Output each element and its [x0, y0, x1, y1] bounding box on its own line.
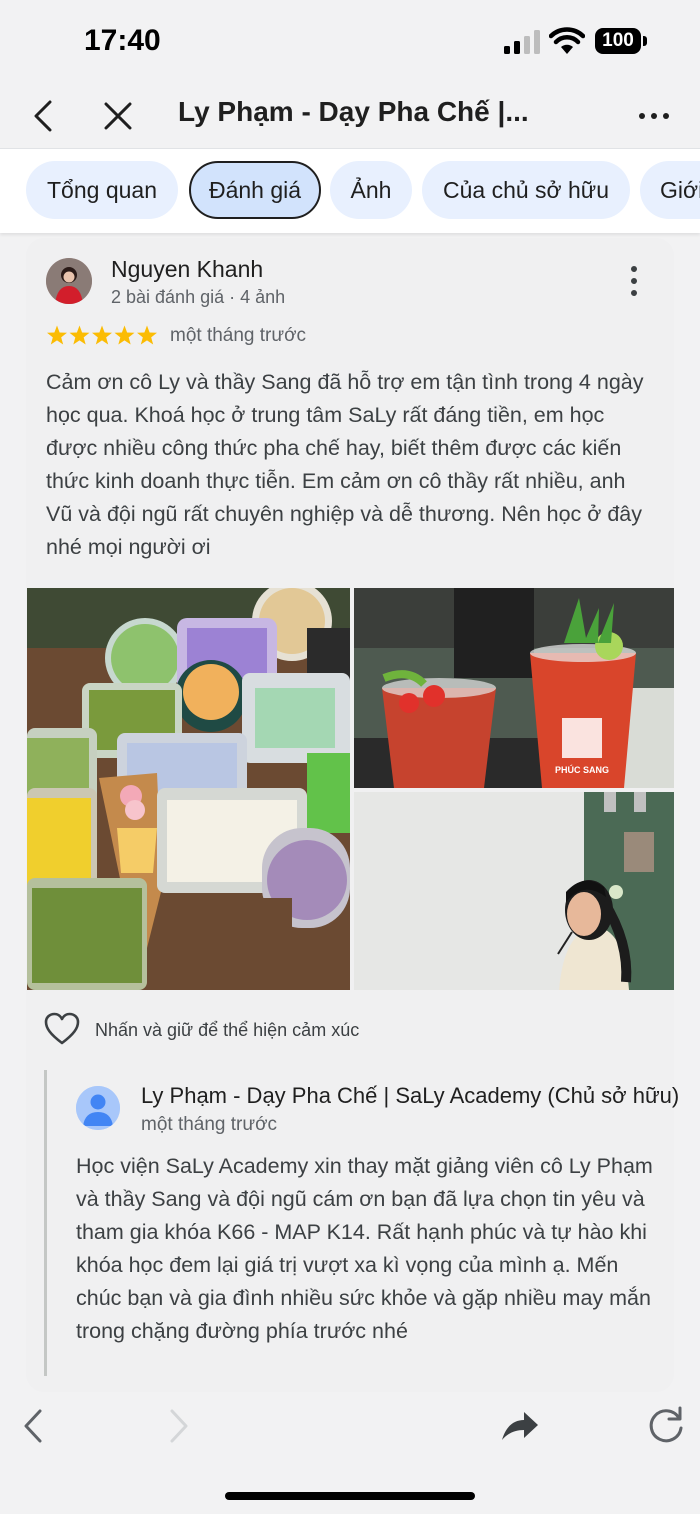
owner-name: Ly Phạm - Dạy Pha Chế | SaLy Academy (Ch…	[141, 1083, 680, 1108]
back-arrow-icon[interactable]	[22, 94, 66, 138]
close-icon[interactable]	[96, 94, 140, 138]
cup-logo-text: PHÚC SANG	[555, 764, 609, 775]
tab-bar: Tổng quan Đánh giá Ảnh Của chủ sở hữu Gi…	[0, 148, 700, 233]
tab-by-owner[interactable]: Của chủ sở hữu	[422, 161, 630, 219]
star-rating	[47, 325, 157, 345]
reload-icon[interactable]	[644, 1404, 688, 1448]
review-photo-drinks[interactable]: PHÚC SANG	[354, 588, 674, 788]
reviewer-meta: 2 bài đánh giá · 4 ảnh	[111, 287, 286, 307]
reviewer-avatar[interactable]	[46, 258, 92, 304]
battery-level: 100	[595, 28, 641, 54]
share-icon[interactable]	[498, 1404, 542, 1448]
review-photo-instructor[interactable]	[354, 792, 674, 990]
heart-icon[interactable]	[44, 1012, 80, 1046]
star-icon	[114, 325, 135, 345]
owner-reply-text: Học viện SaLy Academy xin thay mặt giảng…	[76, 1154, 653, 1343]
react-hint[interactable]: Nhấn và giữ để thể hiện cảm xúc	[95, 1020, 359, 1041]
tab-about[interactable]: Giới	[640, 161, 700, 219]
review-menu-icon[interactable]	[620, 264, 648, 298]
more-options-icon[interactable]	[632, 94, 676, 138]
owner-avatar	[76, 1086, 120, 1130]
tab-overview[interactable]: Tổng quan	[26, 161, 178, 219]
browser-toolbar	[0, 1392, 700, 1514]
battery-icon: 100	[595, 28, 647, 54]
browser-back-icon[interactable]	[12, 1404, 56, 1448]
signal-icon	[504, 30, 540, 54]
reply-divider	[44, 1070, 47, 1376]
home-indicator[interactable]	[225, 1492, 475, 1500]
review-text: Cảm ơn cô Ly và thầy Sang đã hỗ trợ em t…	[46, 370, 644, 559]
star-icon	[137, 325, 157, 345]
reviewer-name[interactable]: Nguyen Khanh	[111, 256, 263, 283]
star-icon	[69, 325, 90, 345]
star-icon	[47, 325, 67, 345]
page-title: Ly Phạm - Dạy Pha Chế |...	[178, 96, 529, 127]
tab-photos[interactable]: Ảnh	[330, 161, 412, 219]
star-icon	[92, 325, 112, 345]
review-time: một tháng trước	[170, 325, 307, 346]
owner-reply-time: một tháng trước	[141, 1114, 278, 1135]
top-app-bar: Ly Phạm - Dạy Pha Chế |...	[0, 84, 700, 148]
review-photo-jelly-cubes[interactable]	[27, 588, 350, 990]
tab-reviews[interactable]: Đánh giá	[189, 161, 321, 219]
wifi-icon	[549, 27, 585, 54]
browser-forward-icon[interactable]	[156, 1404, 200, 1448]
status-bar: 17:40 100	[0, 0, 700, 84]
status-time: 17:40	[84, 24, 161, 57]
